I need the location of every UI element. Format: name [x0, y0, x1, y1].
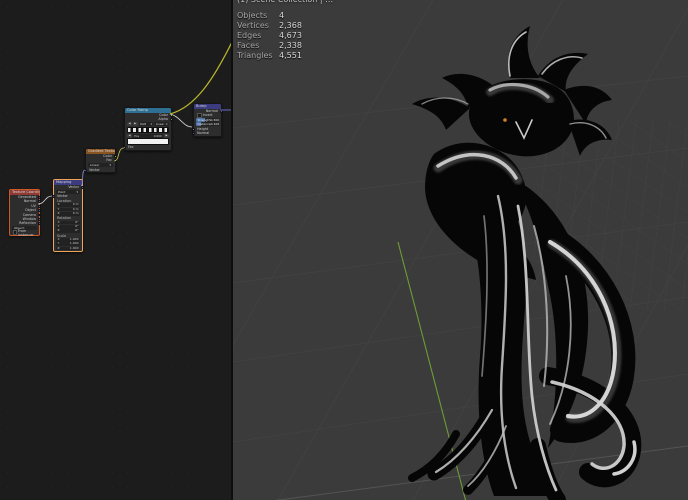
socket-reflection[interactable]: Reflection — [10, 221, 39, 225]
socket-vector-in[interactable]: Vector — [86, 168, 115, 172]
node-bump[interactable]: Bump Normal Invert Strength0.300 Distanc… — [193, 103, 222, 137]
socket-dot[interactable] — [170, 118, 173, 121]
node-link-wires — [0, 0, 231, 500]
socket-dot[interactable] — [38, 222, 41, 225]
statistics-overlay: Objects4 Vertices2,368 Edges4,673 Faces2… — [237, 11, 333, 61]
stat-objects: Objects4 — [237, 11, 333, 21]
socket-dot[interactable] — [38, 214, 41, 217]
interpolation-dropdown[interactable]: Linear▾ — [88, 163, 113, 167]
chevron-down-icon: ▾ — [76, 190, 78, 194]
socket-fac-in[interactable]: Fac — [125, 145, 171, 149]
color-mode-dropdown[interactable]: RGB▾ — [139, 122, 154, 126]
socket-dot[interactable] — [38, 218, 41, 221]
socket-dot[interactable] — [81, 186, 84, 189]
checkbox-icon[interactable] — [13, 230, 17, 235]
socket-normal-out[interactable]: Normal — [194, 109, 221, 113]
socket-dot[interactable] — [114, 159, 117, 162]
stop-next-button[interactable]: ▶ — [164, 134, 169, 138]
stat-vertices: Vertices2,368 — [237, 21, 333, 31]
stop-prev-button[interactable]: ◀ — [127, 134, 132, 138]
viewport-overlay: (1) Scene Collection | … Objects4 Vertic… — [237, 0, 333, 61]
stat-faces: Faces2,338 — [237, 41, 333, 51]
invert-checkbox[interactable]: Invert — [194, 113, 221, 117]
socket-dot[interactable] — [52, 195, 55, 198]
socket-dot[interactable] — [192, 132, 195, 135]
from-instancer-checkbox[interactable]: From Instancer — [10, 231, 39, 235]
socket-alpha-out[interactable]: Alpha — [125, 117, 171, 121]
rotation-z[interactable]: Z0° — [56, 229, 80, 233]
active-stop-color-field[interactable] — [127, 138, 169, 145]
scale-z[interactable]: Z1.000 — [56, 247, 80, 251]
viewport-context-label: (1) Scene Collection | … — [237, 0, 333, 4]
socket-dot[interactable] — [170, 114, 173, 117]
socket-dot[interactable] — [84, 169, 87, 172]
hair-creature-mesh[interactable] — [398, 26, 670, 500]
socket-dot[interactable] — [38, 205, 41, 208]
node-gradient-texture[interactable]: Gradient Texture Color Fac Linear▾ Vecto… — [85, 148, 116, 173]
prev-stop-button[interactable]: ◀ — [127, 122, 132, 126]
position-slider[interactable]: Pos0.000 — [133, 134, 163, 138]
socket-dot[interactable] — [38, 209, 41, 212]
chevron-down-icon: ▾ — [109, 163, 111, 167]
object-origin-dot[interactable] — [503, 118, 507, 122]
socket-dot[interactable] — [192, 128, 195, 131]
socket-dot[interactable] — [123, 146, 126, 149]
ramp-interpolation-dropdown[interactable]: Linear▾ — [154, 122, 169, 126]
3d-viewport[interactable]: (1) Scene Collection | … Objects4 Vertic… — [233, 0, 688, 500]
socket-dot[interactable] — [220, 110, 223, 113]
color-ramp-gradient[interactable] — [127, 127, 169, 134]
chevron-down-icon: ▾ — [166, 122, 167, 126]
socket-vector-in[interactable]: Vector — [54, 194, 82, 198]
location-z[interactable]: Z0 m — [56, 212, 80, 216]
stat-triangles: Triangles4,551 — [237, 51, 333, 61]
type-dropdown[interactable]: Point▾ — [56, 190, 80, 194]
socket-dot[interactable] — [38, 196, 41, 199]
creature-silhouette — [412, 26, 632, 500]
socket-dot[interactable] — [114, 155, 117, 158]
strength-slider[interactable]: Strength0.300 — [196, 118, 219, 122]
next-stop-button[interactable]: ▶ — [133, 122, 138, 126]
chevron-down-icon: ▾ — [151, 122, 152, 126]
shader-node-editor[interactable]: Texture Coordinate Generated Normal UV O… — [0, 0, 231, 500]
blender-window: Texture Coordinate Generated Normal UV O… — [0, 0, 688, 500]
socket-vector-out[interactable]: Vector — [54, 185, 82, 189]
node-color-ramp[interactable]: Color Ramp Color Alpha ◀ ▶ RGB▾ Linear▾ … — [124, 107, 172, 151]
socket-dot[interactable] — [38, 200, 41, 203]
socket-fac-out[interactable]: Fac — [86, 158, 115, 162]
node-texture-coordinate[interactable]: Texture Coordinate Generated Normal UV O… — [9, 189, 40, 236]
node-mapping[interactable]: Mapping Vector Point▾ Vector Location X0… — [53, 179, 83, 252]
distance-slider[interactable]: Distance0.100 — [196, 122, 219, 126]
stat-edges: Edges4,673 — [237, 31, 333, 41]
socket-normal-in[interactable]: Normal — [194, 131, 221, 135]
